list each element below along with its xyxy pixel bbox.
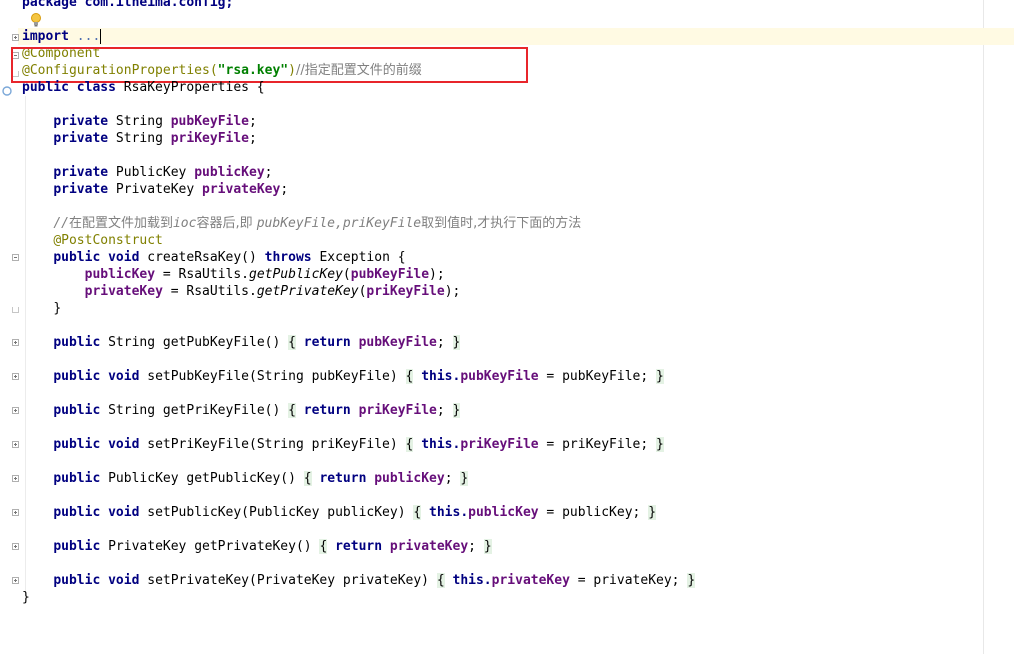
fold-expand-icon[interactable] xyxy=(12,34,19,41)
right-margin-guide xyxy=(983,0,984,654)
code-line-getprivate[interactable]: public PrivateKey getPrivateKey() { retu… xyxy=(22,538,492,555)
code-line-setpublic[interactable]: public void setPublicKey(PublicKey publi… xyxy=(22,504,657,521)
code-line-class[interactable]: public class RsaKeyProperties { xyxy=(22,79,265,96)
fold-expand-icon[interactable] xyxy=(12,543,19,550)
code-line-getpublic[interactable]: public PublicKey getPublicKey() { return… xyxy=(22,470,469,487)
code-line-field-pri[interactable]: private String priKeyFile; xyxy=(22,130,257,147)
code-line-comment[interactable]: //在配置文件加载到ioc容器后,即 pubKeyFile,priKeyFile… xyxy=(22,215,581,232)
code-line-assign-private[interactable]: privateKey = RsaUtils.getPrivateKey(priK… xyxy=(22,283,461,300)
code-line-field-publickey[interactable]: private PublicKey publicKey; xyxy=(22,164,272,181)
code-line-setprivate[interactable]: public void setPrivateKey(PrivateKey pri… xyxy=(22,572,696,589)
highlight-box xyxy=(11,47,528,83)
code-line-field-pub[interactable]: private String pubKeyFile; xyxy=(22,113,257,130)
fold-expand-icon[interactable] xyxy=(12,577,19,584)
code-line-create-method[interactable]: public void createRsaKey() throws Except… xyxy=(22,249,405,266)
fold-expand-icon[interactable] xyxy=(12,441,19,448)
current-line-highlight xyxy=(18,28,1014,45)
fold-expand-icon[interactable] xyxy=(12,373,19,380)
code-line-close-class[interactable]: } xyxy=(22,589,30,606)
lightbulb-icon[interactable] xyxy=(30,12,42,28)
implemented-marker-icon[interactable] xyxy=(2,86,12,96)
text-caret xyxy=(100,29,101,44)
editor-gutter[interactable] xyxy=(0,0,18,654)
code-line-postconstruct[interactable]: @PostConstruct xyxy=(22,232,163,249)
folded-imports[interactable]: ... xyxy=(77,29,100,44)
code-line-package[interactable]: package com.itheima.config; xyxy=(22,0,233,11)
code-line-setpri[interactable]: public void setPriKeyFile(String priKeyF… xyxy=(22,436,664,453)
code-line-field-privatekey[interactable]: private PrivateKey privateKey; xyxy=(22,181,288,198)
fold-collapse-icon[interactable] xyxy=(12,254,19,261)
code-line-import[interactable]: import ... xyxy=(22,28,100,45)
fold-expand-icon[interactable] xyxy=(12,407,19,414)
code-line-getpri[interactable]: public String getPriKeyFile() { return p… xyxy=(22,402,461,419)
fold-expand-icon[interactable] xyxy=(12,339,19,346)
code-line-close-method[interactable]: } xyxy=(22,300,61,317)
code-line-assign-public[interactable]: publicKey = RsaUtils.getPublicKey(pubKey… xyxy=(22,266,445,283)
fold-expand-icon[interactable] xyxy=(12,509,19,516)
fold-end-icon[interactable] xyxy=(12,307,19,313)
code-line-getpub[interactable]: public String getPubKeyFile() { return p… xyxy=(22,334,461,351)
code-line-setpub[interactable]: public void setPubKeyFile(String pubKeyF… xyxy=(22,368,664,385)
fold-expand-icon[interactable] xyxy=(12,475,19,482)
